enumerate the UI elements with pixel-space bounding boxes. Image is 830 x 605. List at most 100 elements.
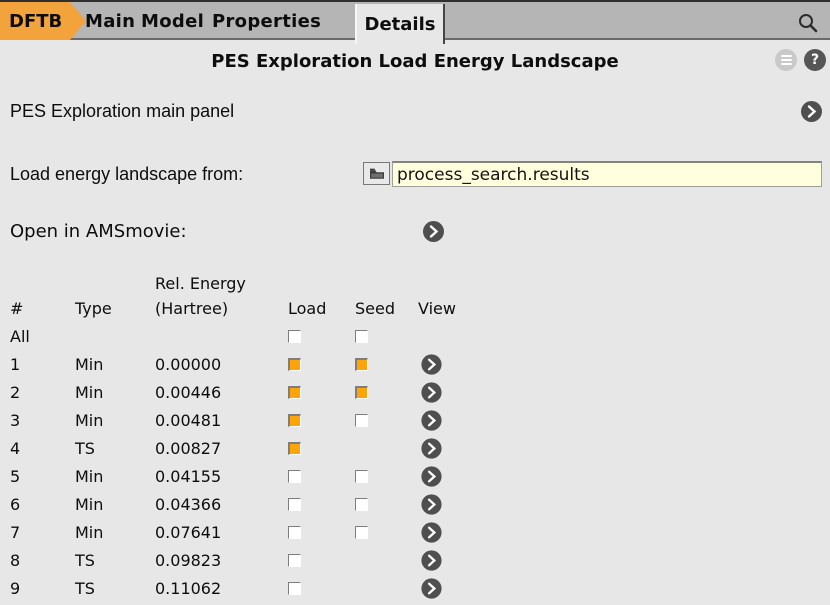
col-header-energy-line1: Rel. Energy — [155, 274, 288, 293]
row-number: 5 — [10, 467, 75, 486]
load-checkbox[interactable] — [288, 498, 301, 511]
table-row: 4TS0.00827 — [10, 434, 478, 462]
menu-bar — [781, 63, 792, 65]
main-panel-chevron-icon[interactable] — [801, 101, 822, 122]
menu-bar — [781, 55, 792, 57]
tab-main[interactable]: Main — [85, 2, 135, 40]
pes-exploration-panel: DFTB Main Model Properties Details PES E… — [0, 0, 830, 605]
row-number: 6 — [10, 495, 75, 514]
view-row-chevron-icon[interactable] — [421, 550, 441, 570]
row-energy: 0.00000 — [155, 355, 288, 374]
load-cell — [288, 554, 355, 567]
table-row: 6Min0.04366 — [10, 490, 478, 518]
amsmovie-chevron-icon[interactable] — [423, 221, 444, 242]
row-energy: 0.04366 — [155, 495, 288, 514]
seed-cell — [355, 386, 418, 399]
load-cell — [288, 470, 355, 483]
view-row-chevron-icon[interactable] — [421, 382, 441, 402]
col-header-load: Load — [288, 299, 355, 318]
load-checkbox[interactable] — [288, 554, 301, 567]
load-checkbox[interactable] — [288, 358, 301, 371]
row-type: TS — [75, 551, 155, 570]
top-tab-bar: DFTB Main Model Properties Details — [0, 0, 830, 40]
view-cell — [418, 438, 478, 459]
table-header-line2: # Type (Hartree) Load Seed View — [10, 296, 478, 321]
seed-checkbox[interactable] — [355, 330, 368, 343]
load-checkbox[interactable] — [288, 386, 301, 399]
col-header-seed: Seed — [355, 299, 418, 318]
row-type: Min — [75, 411, 155, 430]
view-row-chevron-icon[interactable] — [421, 494, 441, 514]
menu-icon[interactable] — [775, 49, 797, 71]
row-number: 1 — [10, 355, 75, 374]
load-checkbox[interactable] — [288, 582, 301, 595]
tab-dftb-label: DFTB — [9, 11, 62, 32]
col-header-type: Type — [75, 299, 155, 318]
view-row-chevron-icon[interactable] — [421, 522, 441, 542]
page-title: PES Exploration Load Energy Landscape — [0, 51, 830, 72]
seed-cell — [355, 414, 418, 427]
table-row: 8TS0.09823 — [10, 546, 478, 574]
row-energy: 0.09823 — [155, 551, 288, 570]
load-checkbox[interactable] — [288, 442, 301, 455]
seed-cell — [355, 470, 418, 483]
view-row-chevron-icon[interactable] — [421, 410, 441, 430]
help-glyph: ? — [811, 52, 819, 68]
col-header-num: # — [10, 299, 75, 318]
seed-cell — [355, 498, 418, 511]
row-energy: 0.07641 — [155, 523, 288, 542]
seed-checkbox[interactable] — [355, 470, 368, 483]
view-row-chevron-icon[interactable] — [421, 466, 441, 486]
row-number: All — [10, 327, 75, 346]
seed-checkbox[interactable] — [355, 358, 368, 371]
row-type: Min — [75, 467, 155, 486]
col-header-energy-line2: (Hartree) — [155, 299, 288, 318]
load-checkbox[interactable] — [288, 470, 301, 483]
table-rows: All1Min0.000002Min0.004463Min0.004814TS0… — [10, 322, 478, 602]
main-panel-link-label: PES Exploration main panel — [10, 101, 234, 122]
tab-model[interactable]: Model — [141, 2, 204, 40]
view-cell — [418, 578, 478, 599]
seed-checkbox[interactable] — [355, 498, 368, 511]
row-number: 2 — [10, 383, 75, 402]
search-icon[interactable] — [796, 11, 820, 35]
seed-checkbox[interactable] — [355, 526, 368, 539]
row-energy: 0.04155 — [155, 467, 288, 486]
load-checkbox[interactable] — [288, 330, 301, 343]
load-cell — [288, 526, 355, 539]
row-type: Min — [75, 383, 155, 402]
load-cell — [288, 442, 355, 455]
load-checkbox[interactable] — [288, 414, 301, 427]
browse-file-button[interactable] — [363, 162, 390, 185]
load-checkbox[interactable] — [288, 526, 301, 539]
row-energy: 0.00481 — [155, 411, 288, 430]
row-type: Min — [75, 523, 155, 542]
table-header-line1: Rel. Energy — [10, 271, 478, 296]
row-energy: 0.11062 — [155, 579, 288, 598]
view-cell — [418, 494, 478, 515]
view-cell — [418, 550, 478, 571]
tab-details-active[interactable]: Details — [355, 4, 445, 44]
tab-properties[interactable]: Properties — [212, 2, 321, 40]
tab-dftb[interactable]: DFTB — [0, 2, 92, 40]
seed-checkbox[interactable] — [355, 386, 368, 399]
row-number: 9 — [10, 579, 75, 598]
seed-checkbox[interactable] — [355, 414, 368, 427]
menu-bar — [781, 59, 792, 61]
seed-cell — [355, 358, 418, 371]
view-row-chevron-icon[interactable] — [421, 354, 441, 374]
view-cell — [418, 354, 478, 375]
row-type: Min — [75, 355, 155, 374]
load-from-label: Load energy landscape from: — [10, 164, 243, 185]
seed-cell — [355, 330, 418, 343]
view-row-chevron-icon[interactable] — [421, 578, 441, 598]
table-row: 9TS0.11062 — [10, 574, 478, 602]
table-row: 2Min0.00446 — [10, 378, 478, 406]
view-cell — [418, 410, 478, 431]
table-row: 3Min0.00481 — [10, 406, 478, 434]
view-row-chevron-icon[interactable] — [421, 438, 441, 458]
view-cell — [418, 522, 478, 543]
load-from-input[interactable] — [392, 161, 822, 187]
tab-model-label: Model — [141, 11, 204, 32]
help-icon[interactable]: ? — [804, 49, 826, 71]
